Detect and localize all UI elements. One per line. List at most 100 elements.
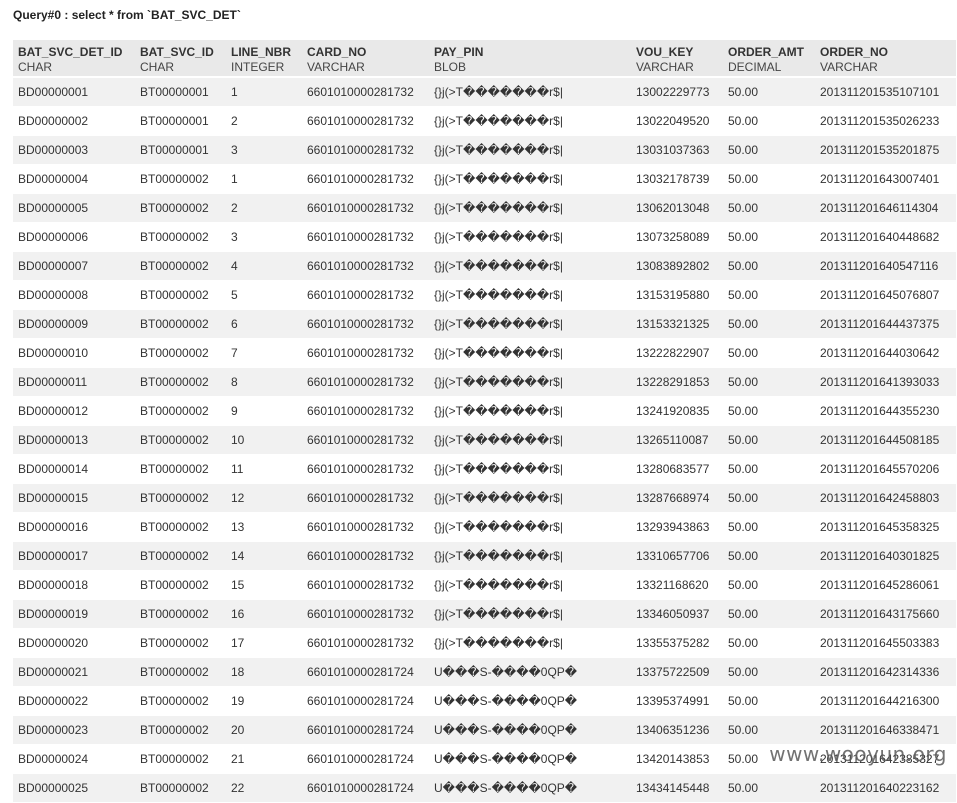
table-row[interactable]: BD00000005 BT00000002 2 6601010000281732 {}j… <box>13 193 956 223</box>
table-row[interactable]: BD00000016 BT00000002 13 6601010000281732{}… <box>13 512 956 542</box>
table-row[interactable]: BD00000011 BT00000002 8 6601010000281732 {}j… <box>13 367 956 397</box>
table-cell: 13395374991 <box>631 686 723 716</box>
table-row[interactable]: BD00000023 BT00000002 20 6601010000281724 U�… <box>13 715 956 745</box>
table-cell: 8 <box>226 367 302 397</box>
table-cell: 6601010000281732 <box>302 77 429 107</box>
table-cell: {}j(>T�������r$| <box>429 193 631 223</box>
table-cell: BD00000018 <box>13 570 135 600</box>
table-cell: 50.00 <box>723 222 815 252</box>
table-cell: BT00000002 <box>135 338 226 368</box>
table-row[interactable]: BD00000001 BT00000001 1 6601010000281732 {}j… <box>13 77 956 107</box>
table-cell: 50.00 <box>723 715 815 745</box>
table-cell: 201311201644508185 <box>815 425 956 455</box>
table-cell: 201311201645570206 <box>815 454 956 484</box>
table-cell: 19 <box>226 686 302 716</box>
table-cell: 50.00 <box>723 512 815 542</box>
table-cell: 13293943863 <box>631 512 723 542</box>
table-cell: 13031037363 <box>631 135 723 165</box>
table-cell: BD00000013 <box>13 425 135 455</box>
table-row[interactable]: BD00000007 BT00000002 4 6601010000281732 {}j… <box>13 251 956 281</box>
table-cell: BD00000006 <box>13 222 135 252</box>
table-row[interactable]: BD00000013 BT00000002 10 6601010000281732{}… <box>13 425 956 455</box>
table-cell: {}j(>T�������r$| <box>429 280 631 310</box>
table-cell: BT00000002 <box>135 454 226 484</box>
table-cell: 6601010000281724 <box>302 715 429 745</box>
table-row[interactable]: BD00000002 BT00000001 2 6601010000281732 {}j… <box>13 106 956 136</box>
table-cell: 50.00 <box>723 135 815 165</box>
table-cell: BD00000009 <box>13 309 135 339</box>
table-cell: BT00000002 <box>135 309 226 339</box>
table-cell: 201311201644437375 <box>815 309 956 339</box>
table-cell: 3 <box>226 135 302 165</box>
table-cell: 13265110087 <box>631 425 723 455</box>
table-cell: BT00000002 <box>135 628 226 658</box>
column-header-pay-pin[interactable]: PAY_PIN BLOB <box>429 40 631 78</box>
table-cell: 50.00 <box>723 280 815 310</box>
table-cell: 13375722509 <box>631 657 723 687</box>
table-cell: 6601010000281732 <box>302 251 429 281</box>
column-header-order-amt[interactable]: ORDER_AMT DECIMAL <box>723 40 815 78</box>
table-row[interactable]: BD00000009 BT00000002 6 6601010000281732 {}j… <box>13 309 956 339</box>
table-row[interactable]: BD00000006 BT00000002 3 6601010000281732 {}j… <box>13 222 956 252</box>
table-cell: {}j(>T�������r$| <box>429 367 631 397</box>
column-type: CHAR <box>140 60 175 74</box>
table-row[interactable]: BD00000012 BT00000002 9 6601010000281732 {}j… <box>13 396 956 426</box>
column-header-line-nbr[interactable]: LINE_NBR INTEGER <box>226 40 302 78</box>
table-row[interactable]: BD00000010 BT00000002 7 6601010000281732 {}j… <box>13 338 956 368</box>
table-cell: 50.00 <box>723 396 815 426</box>
table-cell: 1 <box>226 164 302 194</box>
table-row[interactable]: BD00000015 BT00000002 12 6601010000281732{}… <box>13 483 956 513</box>
table-cell: 201311201646114304 <box>815 193 956 223</box>
header-row: BAT_SVC_DET_ID CHAR BAT_SVC_ID CHAR LINE_N… <box>13 40 956 78</box>
table-cell: 10 <box>226 425 302 455</box>
column-header-order-no[interactable]: ORDER_NO VARCHAR <box>815 40 956 78</box>
table-cell: {}j(>T�������r$| <box>429 338 631 368</box>
table-cell: BT00000002 <box>135 222 226 252</box>
table-cell: 201311201645076807 <box>815 280 956 310</box>
table-cell: 201311201645503383 <box>815 628 956 658</box>
table-row[interactable]: BD00000020 BT00000002 17 6601010000281732{}… <box>13 628 956 658</box>
table-row[interactable]: BD00000022 BT00000002 19 6601010000281724 U�… <box>13 686 956 716</box>
column-header-bat-svc-id[interactable]: BAT_SVC_ID CHAR <box>135 40 226 78</box>
table-row[interactable]: BD00000018 BT00000002 15 6601010000281732{}… <box>13 570 956 600</box>
table-row[interactable]: BD00000008 BT00000002 5 6601010000281732 {}j… <box>13 280 956 310</box>
table-row[interactable]: BD00000003 BT00000001 3 6601010000281732 {}j… <box>13 135 956 165</box>
table-cell: 6601010000281732 <box>302 193 429 223</box>
table-cell: 50.00 <box>723 541 815 571</box>
table-cell: 201311201640547116 <box>815 251 956 281</box>
table-cell: 201311201644030642 <box>815 338 956 368</box>
table-cell: {}j(>T�������r$| <box>429 77 631 107</box>
table-row[interactable]: BD00000004 BT00000002 1 6601010000281732 {}j… <box>13 164 956 194</box>
table-row[interactable]: BD00000017 BT00000002 14 6601010000281732{}… <box>13 541 956 571</box>
table-cell: 6 <box>226 309 302 339</box>
table-cell: 6601010000281724 <box>302 657 429 687</box>
table-cell: 6601010000281732 <box>302 164 429 194</box>
table-cell: 201311201646338471 <box>815 715 956 745</box>
table-cell: BD00000023 <box>13 715 135 745</box>
column-name: BAT_SVC_ID <box>140 45 214 59</box>
table-body: BD00000001 BT00000001 1 6601010000281732 {}j… <box>13 77 956 803</box>
table-cell: 17 <box>226 628 302 658</box>
table-row[interactable]: BD00000019 BT00000002 16 6601010000281732{}… <box>13 599 956 629</box>
table-cell: BT00000002 <box>135 773 226 803</box>
table-row[interactable]: BD00000014 BT00000002 11 6601010000281732{}… <box>13 454 956 484</box>
column-header-card-no[interactable]: CARD_NO VARCHAR <box>302 40 429 78</box>
table-cell: BT00000002 <box>135 599 226 629</box>
query-title: Query#0 : select * from `BAT_SVC_DET` <box>13 8 241 22</box>
table-cell: 6601010000281724 <box>302 744 429 774</box>
table-cell: 13032178739 <box>631 164 723 194</box>
table-cell: 50.00 <box>723 657 815 687</box>
table-cell: 6601010000281732 <box>302 628 429 658</box>
table-row[interactable]: BD00000025 BT00000002 22 6601010000281724 U�… <box>13 773 956 803</box>
table-cell: BD00000005 <box>13 193 135 223</box>
column-header-bat-svc-det-id[interactable]: BAT_SVC_DET_ID CHAR <box>13 40 135 78</box>
table-cell: 6601010000281732 <box>302 309 429 339</box>
table-cell: BD00000024 <box>13 744 135 774</box>
table-row[interactable]: BD00000021 BT00000002 18 6601010000281724 U�… <box>13 657 956 687</box>
table-cell: BT00000001 <box>135 135 226 165</box>
column-header-vou-key[interactable]: VOU_KEY VARCHAR <box>631 40 723 78</box>
table-cell: {}j(>T�������r$| <box>429 454 631 484</box>
table-cell: U���S-����0QP� <box>429 715 631 745</box>
table-cell: 13022049520 <box>631 106 723 136</box>
table-cell: 13002229773 <box>631 77 723 107</box>
